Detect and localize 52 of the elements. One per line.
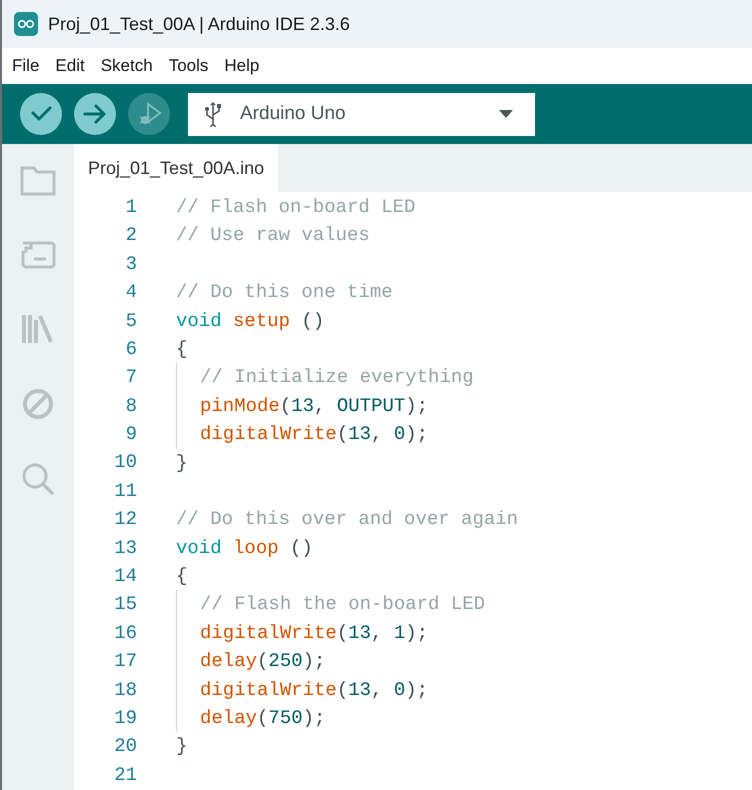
line-number: 2 [124, 223, 137, 248]
line-number: 21 [113, 762, 137, 788]
line-number: 18 [113, 678, 137, 703]
window-title: Proj_01_Test_00A | Arduino IDE 2.3.6 [48, 12, 350, 36]
code-line: } [176, 734, 188, 760]
usb-icon [204, 101, 222, 127]
line-number: 12 [113, 507, 137, 532]
code-line: // Do this one time [176, 280, 393, 306]
code-line: // Flash on-board LED [176, 195, 416, 220]
code-line: // Do this over and over again [176, 507, 518, 532]
board-selector[interactable]: Arduino Uno [188, 92, 535, 136]
line-number: 19 [113, 706, 137, 731]
line-number: 11 [113, 478, 137, 504]
line-number: 3 [124, 252, 137, 277]
line-number: 4 [124, 280, 137, 306]
code-line: delay(250); [176, 647, 326, 676]
code-line: delay(750); [176, 704, 326, 732]
line-number: 5 [124, 308, 137, 334]
code-line: // Initialize everything [176, 363, 474, 392]
line-number: 9 [124, 422, 137, 448]
code-line: digitalWrite(13, 1); [176, 618, 428, 648]
code-line: void loop () [176, 536, 313, 561]
line-number: 14 [113, 564, 137, 590]
code-line: } [176, 450, 188, 476]
code-line: { [176, 564, 188, 590]
code-line: // Flash the on-board LED [176, 590, 486, 619]
menu-item[interactable]: Help [216, 53, 268, 79]
code-line: digitalWrite(13, 0); [176, 676, 428, 704]
line-number: 7 [124, 365, 137, 390]
app-logo-icon [14, 12, 38, 36]
line-number: 10 [113, 450, 137, 476]
menu-item[interactable]: Sketch [92, 53, 161, 79]
file-tab[interactable]: Proj_01_Test_00A.ino [74, 144, 278, 192]
caret-icon [499, 110, 513, 118]
line-number: 16 [113, 620, 137, 646]
line-number: 8 [124, 394, 137, 419]
line-number: 17 [113, 649, 137, 674]
menu-item[interactable]: Tools [160, 53, 216, 79]
code-line: pinMode(13, OUTPUT); [176, 392, 428, 420]
line-number: 13 [113, 536, 137, 561]
code-line: { [176, 336, 188, 362]
menu-item[interactable]: Edit [47, 53, 93, 79]
upload-button[interactable] [74, 93, 116, 135]
code-line: void setup () [176, 308, 324, 334]
line-number: 15 [113, 592, 137, 618]
line-number: 1 [124, 194, 137, 220]
line-number: 20 [113, 734, 137, 760]
code-line: // Use raw values [176, 223, 370, 248]
line-number: 6 [124, 336, 137, 362]
verify-button[interactable] [20, 93, 62, 135]
code-line: digitalWrite(13, 0); [176, 420, 428, 449]
menu-item[interactable]: File [4, 53, 48, 79]
